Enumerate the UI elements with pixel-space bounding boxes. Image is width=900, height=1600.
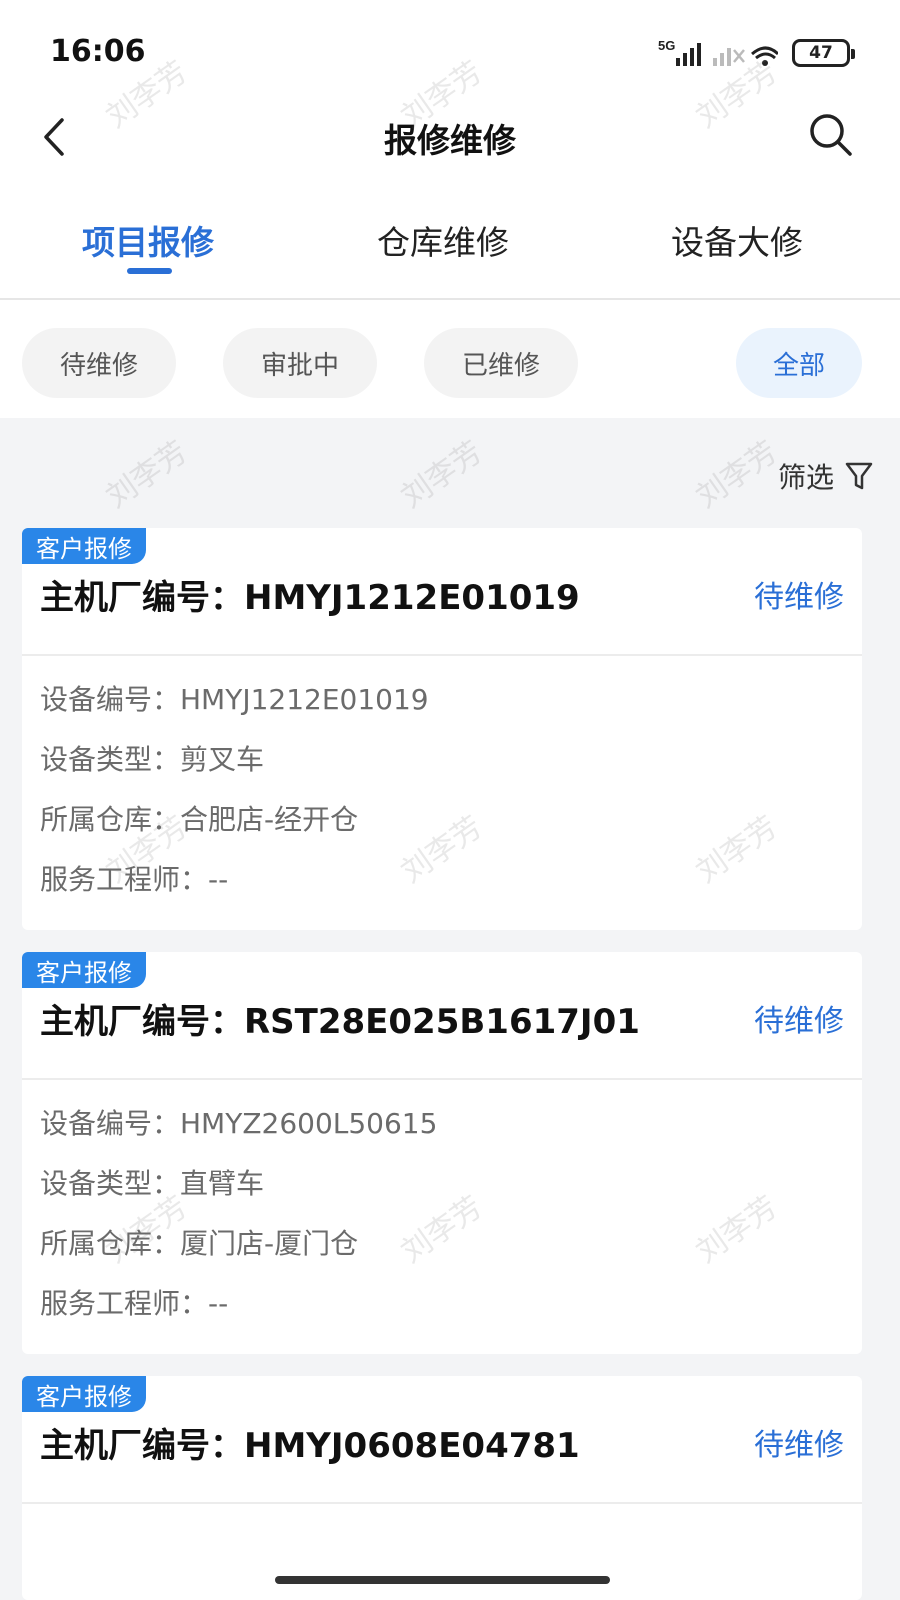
cellular-signal-icon: 5G <box>658 38 778 68</box>
card-status: 待维修 <box>754 1428 844 1463</box>
card-row: 设备编号：HMYJ1212E01019 <box>40 683 429 716</box>
card-row: 服务工程师：-- <box>40 863 229 896</box>
active-tab-indicator <box>127 268 172 274</box>
card-row: 设备编号：HMYZ2600L50615 <box>40 1107 438 1140</box>
card-header: 主机厂编号：RST28E025B1617J01 待维修 <box>22 952 862 1080</box>
search-button[interactable] <box>806 110 856 160</box>
filter-label: 筛选 <box>777 461 834 494</box>
card-header: 主机厂编号：HMYJ1212E01019 待维修 <box>22 528 862 656</box>
filter-button[interactable]: 筛选 <box>778 456 874 496</box>
chip-all[interactable]: 全部 <box>736 328 862 398</box>
header-bar: 报修维修 <box>0 100 900 180</box>
card-title: 主机厂编号：HMYJ1212E01019 <box>40 578 580 618</box>
card-header: 主机厂编号：HMYJ0608E04781 待维修 <box>22 1376 862 1504</box>
repair-card[interactable]: 客户报修 主机厂编号：HMYJ0608E04781 待维修 <box>22 1376 862 1600</box>
status-bar: 16:06 5G 47 <box>0 0 900 100</box>
tab-project-repair[interactable]: 项目报修 <box>38 216 258 264</box>
card-row: 设备类型：剪叉车 <box>40 743 265 776</box>
filter-row: 筛选 <box>0 418 900 528</box>
card-title: 主机厂编号：RST28E025B1617J01 <box>40 1002 640 1042</box>
card-body: 设备编号：HMYJ1212E01019 设备类型：剪叉车 所属仓库：合肥店-经开… <box>22 656 862 928</box>
search-icon <box>810 114 852 156</box>
card-row: 所属仓库：合肥店-经开仓 <box>40 803 359 836</box>
top-section: 16:06 5G 47 报修维修 项目报修 仓库维修 设备大修 <box>0 0 900 300</box>
card-row: 所属仓库：厦门店-厦门仓 <box>40 1227 359 1260</box>
card-body: 设备编号：HMYZ2600L50615 设备类型：直臂车 所属仓库：厦门店-厦门… <box>22 1080 862 1352</box>
tab-warehouse-repair[interactable]: 仓库维修 <box>333 216 553 264</box>
svg-text:5G: 5G <box>658 38 675 53</box>
card-title: 主机厂编号：HMYJ0608E04781 <box>40 1426 580 1466</box>
battery-indicator: 47 <box>792 39 855 67</box>
page-title: 报修维修 <box>384 121 516 160</box>
funnel-icon <box>845 462 873 490</box>
home-indicator <box>275 1576 610 1584</box>
status-filter-chips: 待维修 审批中 已维修 全部 <box>0 300 900 418</box>
tab-equipment-overhaul[interactable]: 设备大修 <box>627 216 847 264</box>
repair-card[interactable]: 客户报修 主机厂编号：HMYJ1212E01019 待维修 设备编号：HMYJ1… <box>22 528 862 930</box>
chip-under-approval[interactable]: 审批中 <box>223 328 377 398</box>
repair-card[interactable]: 客户报修 主机厂编号：RST28E025B1617J01 待维修 设备编号：HM… <box>22 952 862 1354</box>
chip-repaired[interactable]: 已维修 <box>424 328 578 398</box>
card-row: 服务工程师：-- <box>40 1287 229 1320</box>
card-row: 设备类型：直臂车 <box>40 1167 265 1200</box>
status-icons: 5G 47 <box>658 38 855 68</box>
chip-pending-repair[interactable]: 待维修 <box>22 328 176 398</box>
card-status: 待维修 <box>754 1004 844 1039</box>
status-time: 16:06 <box>50 34 146 69</box>
tab-bar: 项目报修 仓库维修 设备大修 <box>0 200 900 300</box>
card-status: 待维修 <box>754 580 844 615</box>
